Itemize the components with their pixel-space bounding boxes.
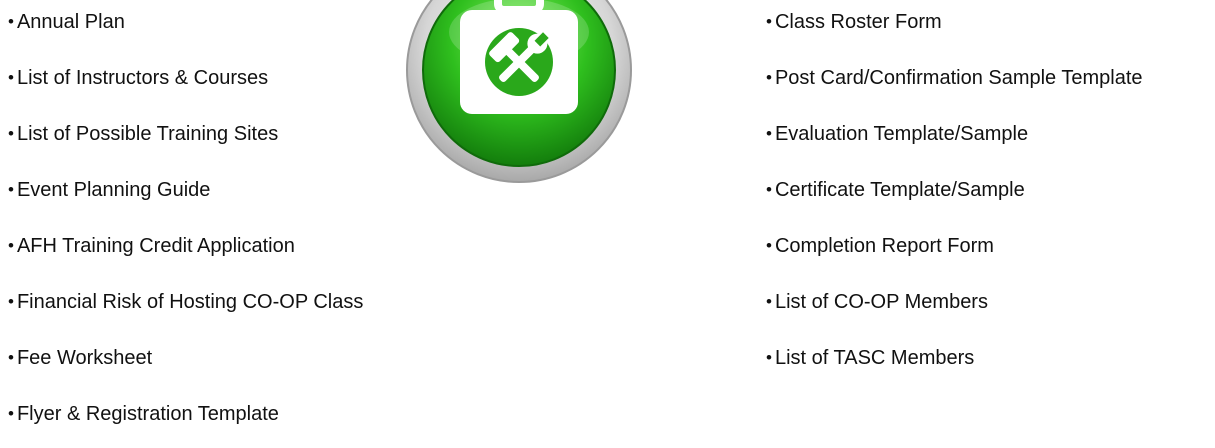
bullet: • <box>766 180 772 199</box>
list-item: • Certificate Template/Sample <box>766 168 1143 224</box>
bullet: • <box>766 124 772 143</box>
list-item: • List of TASC Members <box>766 336 1143 392</box>
bullet: • <box>766 292 772 311</box>
bullet: • <box>8 348 14 367</box>
list-item: • Annual Plan <box>8 0 363 56</box>
list-item-label: Flyer & Registration Template <box>16 403 279 425</box>
list-item: • List of Possible Training Sites <box>8 112 363 168</box>
list-item: • Post Card/Confirmation Sample Template <box>766 56 1143 112</box>
bullet: • <box>8 68 14 87</box>
list-item: • Fee Worksheet <box>8 336 363 392</box>
list-item-label: Event Planning Guide <box>16 179 211 201</box>
bullet: • <box>8 292 14 311</box>
list-item-label: Financial Risk of Hosting CO-OP Class <box>16 291 364 313</box>
list-item: • Evaluation Template/Sample <box>766 112 1143 168</box>
bullet: • <box>766 348 772 367</box>
bullet: • <box>766 236 772 255</box>
list-item-label: Fee Worksheet <box>16 347 153 369</box>
list-item-label: List of TASC Members <box>774 347 975 369</box>
list-item: • List of CO-OP Members <box>766 280 1143 336</box>
list-item-label: Post Card/Confirmation Sample Template <box>774 67 1143 89</box>
toolbox-icon <box>406 0 632 183</box>
right-resource-list: • Class Roster Form • Post Card/Confirmati… <box>766 0 1143 392</box>
list-item: • AFH Training Credit Application <box>8 224 363 280</box>
list-item-label: Completion Report Form <box>774 235 994 257</box>
list-item-label: AFH Training Credit Application <box>16 235 295 257</box>
bullet: • <box>766 68 772 87</box>
list-item-label: List of Instructors & Courses <box>16 67 269 89</box>
list-item: • Flyer & Registration Template <box>8 392 363 448</box>
bullet: • <box>8 404 14 423</box>
list-item: • Event Planning Guide <box>8 168 363 224</box>
list-item: • Class Roster Form <box>766 0 1143 56</box>
list-item-label: List of CO-OP Members <box>774 291 988 313</box>
left-resource-list: • Annual Plan • List of Instructors & Cour… <box>8 0 363 448</box>
list-item-label: Certificate Template/Sample <box>774 179 1025 201</box>
bullet: • <box>8 12 14 31</box>
list-item: • Financial Risk of Hosting CO-OP Class <box>8 280 363 336</box>
list-item-label: List of Possible Training Sites <box>16 123 279 145</box>
bullet: • <box>8 236 14 255</box>
list-item-label: Class Roster Form <box>774 11 942 33</box>
list-item: • Completion Report Form <box>766 224 1143 280</box>
toolbox-emblem <box>400 0 638 190</box>
bullet: • <box>8 180 14 199</box>
bullet: • <box>8 124 14 143</box>
list-item-label: Evaluation Template/Sample <box>774 123 1029 145</box>
list-item-label: Annual Plan <box>16 11 125 33</box>
bullet: • <box>766 12 772 31</box>
list-item: • List of Instructors & Courses <box>8 56 363 112</box>
